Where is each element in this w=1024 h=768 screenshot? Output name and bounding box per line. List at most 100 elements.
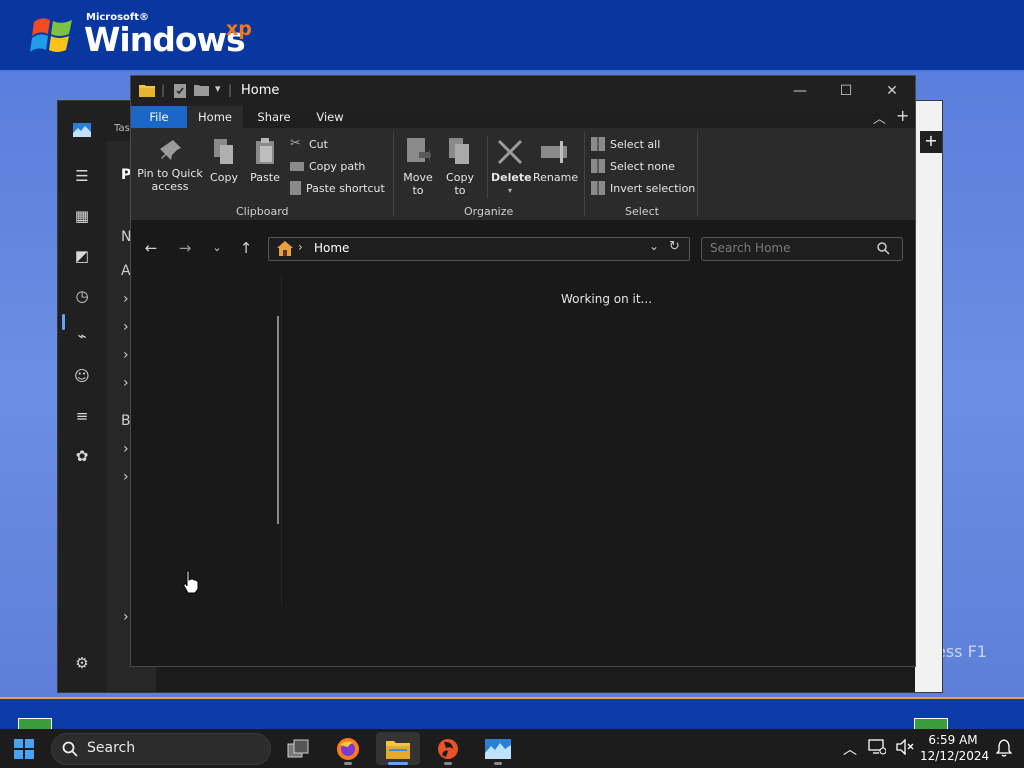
app-taskbar-button[interactable] [426,732,470,765]
settings-gear-icon[interactable]: ⚙ [58,648,106,678]
move-to-button[interactable]: Move to [399,138,437,197]
pin-to-quick-access-button[interactable]: Pin to Quick access [135,138,205,193]
network-icon[interactable] [868,739,886,755]
navigation-pane-scrollbar[interactable] [277,316,279,524]
task-view-button[interactable] [276,732,320,765]
copy-button[interactable]: Copy [207,138,241,184]
clock-time: 6:59 AM [928,733,978,747]
delete-x-icon [497,139,523,165]
close-icon[interactable]: ✕ [869,76,915,106]
pin-label-line1: Pin to Quick [137,167,203,180]
home-icon [277,241,293,256]
folder-icon [139,85,155,97]
address-location: Home [314,241,350,255]
users-icon[interactable]: ☺ [58,361,106,391]
running-indicator [494,762,502,765]
details-icon[interactable]: ≡ [58,401,106,431]
select-none-button[interactable]: Select none [591,157,675,175]
taskbar: Search ︿ 6:59 AM 12/12/2024 [0,729,1024,768]
clock-date: 12/12/2024 [920,749,990,763]
hamburger-menu-icon[interactable]: ☰ [58,161,106,191]
title-separator: | [161,83,166,97]
search-icon[interactable] [877,242,890,255]
copy-to-label-line1: Copy [446,171,474,184]
back-arrow-icon[interactable]: ← [139,237,163,259]
paste-shortcut-button[interactable]: Paste shortcut [290,179,385,197]
copy-to-button[interactable]: Copy to [441,138,479,197]
delete-button[interactable]: Delete ▾ [491,138,532,197]
taskbar-search[interactable]: Search [51,733,271,765]
invert-selection-label: Invert selection [610,181,696,195]
expand-chevron-icon[interactable]: › [123,291,129,307]
services-icon[interactable]: ✿ [58,441,106,471]
expand-chevron-icon[interactable]: › [123,319,129,335]
minimize-icon[interactable]: — [777,76,823,106]
expand-chevron-icon[interactable]: › [123,347,129,363]
new-tab-plus-icon[interactable]: + [920,131,942,153]
cut-button[interactable]: ✂ Cut [290,135,328,153]
tab-file[interactable]: File [131,106,187,128]
system-clock[interactable]: 6:59 AM 12/12/2024 [920,732,990,764]
rename-button[interactable]: Rename [533,138,578,184]
show-hidden-icons-chevron-icon[interactable]: ︿ [843,739,857,759]
start-button[interactable] [2,732,46,765]
breadcrumb-chevron-icon[interactable]: › [298,240,303,254]
expand-chevron-icon[interactable]: › [123,609,129,625]
refresh-icon[interactable]: ↻ [669,239,680,254]
new-folder-icon[interactable] [194,84,209,96]
organize-group-label: Organize [464,205,514,218]
app-tab-label: Tas [114,123,130,134]
paste-label: Paste [250,171,280,184]
ribbon-separator [584,132,585,216]
copy-label: Copy [210,171,238,184]
startup-icon[interactable]: ⌁ [58,321,106,351]
setup-help-text: ess F1 [936,642,987,661]
delete-dropdown-icon[interactable]: ▾ [491,184,529,197]
tab-view[interactable]: View [303,106,357,128]
new-tab-plus-icon[interactable]: + [896,106,909,125]
task-manager-icon [485,738,511,759]
window-title: Home [241,83,280,98]
cut-label: Cut [309,137,328,151]
address-bar[interactable]: › Home ⌄ ↻ [268,237,690,261]
pin-label-line2: access [151,180,189,193]
expand-chevron-icon[interactable]: › [123,469,129,485]
forward-arrow-icon[interactable]: → [173,237,197,259]
maximize-icon[interactable]: ☐ [823,76,869,106]
processes-icon[interactable]: ▦ [58,201,106,231]
notification-bell-icon[interactable] [996,739,1012,757]
select-all-button[interactable]: Select all [591,135,660,153]
ribbon-separator [393,132,394,216]
expand-chevron-icon[interactable]: › [123,375,129,391]
app-orange-icon [438,738,458,759]
task-manager-taskbar-button[interactable] [476,732,520,765]
windows-logo-icon [14,738,34,759]
tab-share[interactable]: Share [247,106,301,128]
up-arrow-icon[interactable]: ↑ [234,237,258,259]
paste-button[interactable]: Paste [247,138,283,184]
file-explorer-window[interactable]: | ▾ | Home — ☐ ✕ File Home Share View ︿ … [130,75,916,667]
running-indicator [344,762,352,765]
copy-icon [214,139,233,164]
rename-icon [541,141,567,163]
recent-locations-chevron-icon[interactable]: ⌄ [205,237,229,259]
file-explorer-icon [386,740,410,759]
collapse-ribbon-icon[interactable]: ︿ [873,108,886,127]
volume-muted-icon[interactable] [896,739,914,755]
properties-icon[interactable] [174,84,186,98]
app-status-band [156,666,940,692]
expand-chevron-icon[interactable]: › [123,441,129,457]
history-icon[interactable]: ◷ [58,281,106,311]
firefox-icon [337,737,359,760]
file-explorer-taskbar-button[interactable] [376,732,420,765]
app-nav-rail: ☰ ▦ ◩ ◷ ⌁ ☺ ≡ ✿ ⚙ [58,101,106,692]
address-dropdown-icon[interactable]: ⌄ [649,239,659,253]
copy-path-button[interactable]: Copy path [290,157,365,175]
customize-toolbar-icon[interactable]: ▾ [215,82,221,95]
search-field[interactable]: Search Home [701,237,903,261]
invert-selection-button[interactable]: Invert selection [591,179,695,197]
firefox-taskbar-button[interactable] [326,732,370,765]
performance-icon[interactable]: ◩ [58,241,106,271]
app-right-edge [915,101,942,692]
tab-home[interactable]: Home [187,106,243,128]
